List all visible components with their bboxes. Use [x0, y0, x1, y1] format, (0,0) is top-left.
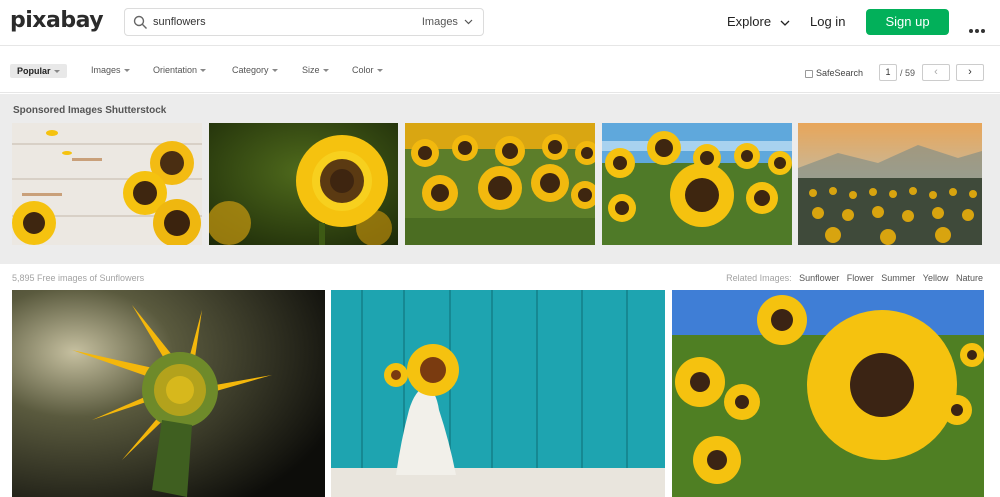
page-number-input[interactable]: 1	[879, 64, 897, 81]
filter-orientation-label: Orientation	[153, 65, 198, 75]
chevron-down-icon	[780, 20, 790, 26]
pixabay-logo[interactable]: pixabay	[10, 8, 104, 33]
signup-button[interactable]: Sign up	[866, 9, 949, 35]
filter-color-label: Color	[352, 65, 374, 75]
related-tag[interactable]: Nature	[956, 273, 983, 283]
related-tag[interactable]: Flower	[847, 273, 874, 283]
filter-bar: Popular Images Orientation Category Size…	[0, 47, 1000, 93]
filter-images-label: Images	[91, 65, 121, 75]
filter-popular[interactable]: Popular	[10, 64, 67, 78]
caret-down-icon	[322, 69, 329, 73]
page-total: / 59	[900, 68, 916, 78]
related-label: Related Images:	[726, 273, 792, 283]
related-tag[interactable]: Yellow	[923, 273, 949, 283]
explore-menu[interactable]: Explore	[727, 14, 790, 29]
result-image[interactable]	[672, 290, 984, 497]
caret-down-icon	[123, 69, 130, 73]
sponsored-image[interactable]	[798, 123, 982, 245]
safesearch-label: SafeSearch	[816, 68, 864, 78]
filter-orientation[interactable]: Orientation	[153, 65, 207, 75]
related-images: Related Images: Sunflower Flower Summer …	[726, 273, 983, 283]
filter-category-label: Category	[232, 65, 269, 75]
top-header: pixabay Images Explore Log in Sign up	[0, 0, 1000, 46]
results-header: 5,895 Free images of Sunflowers Related …	[0, 264, 1000, 290]
related-tag[interactable]: Sunflower	[799, 273, 839, 283]
login-link[interactable]: Log in	[810, 14, 845, 29]
caret-down-icon	[271, 69, 278, 73]
caret-down-icon	[376, 69, 383, 73]
chevron-down-icon	[464, 19, 473, 25]
caret-down-icon	[200, 69, 207, 73]
safesearch-checkbox[interactable]	[805, 69, 813, 78]
sponsored-title: Sponsored Images Shutterstock	[13, 105, 167, 116]
more-options-icon[interactable]	[969, 20, 991, 33]
search-input[interactable]	[153, 13, 403, 31]
filter-category[interactable]: Category	[232, 65, 278, 75]
related-tag[interactable]: Summer	[881, 273, 915, 283]
next-page-button[interactable]: ›	[956, 64, 984, 81]
safesearch-toggle[interactable]: SafeSearch	[805, 68, 863, 78]
sponsored-section: Sponsored Images Shutterstock	[0, 94, 1000, 264]
search-bar[interactable]: Images	[124, 8, 484, 36]
search-type-dropdown[interactable]: Images	[422, 16, 473, 28]
sponsored-image[interactable]	[602, 123, 792, 245]
sponsored-image[interactable]	[12, 123, 202, 245]
search-icon	[133, 15, 147, 29]
result-image[interactable]	[331, 290, 665, 497]
explore-label: Explore	[727, 14, 772, 29]
filter-popular-label: Popular	[17, 66, 51, 76]
filter-color[interactable]: Color	[352, 65, 383, 75]
filter-size-label: Size	[302, 65, 320, 75]
results-count: 5,895 Free images of Sunflowers	[12, 273, 145, 283]
filter-size[interactable]: Size	[302, 65, 329, 75]
caret-down-icon	[53, 70, 60, 74]
result-image[interactable]	[12, 290, 325, 497]
filter-images[interactable]: Images	[91, 65, 130, 75]
prev-page-button[interactable]: ‹	[922, 64, 950, 81]
sponsored-image[interactable]	[209, 123, 398, 245]
search-type-label: Images	[421, 16, 458, 28]
sponsored-image[interactable]	[405, 123, 595, 245]
